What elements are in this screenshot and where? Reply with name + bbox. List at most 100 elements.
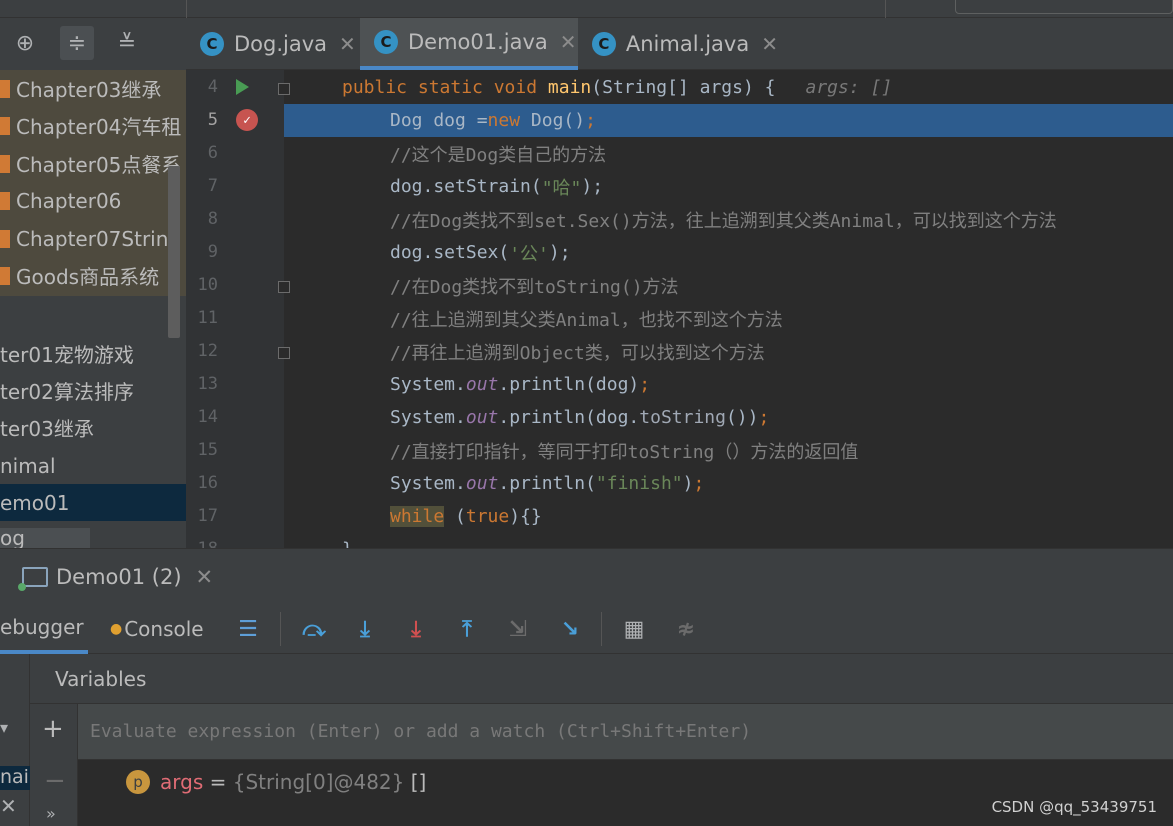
variable-array-value: [] <box>404 770 427 794</box>
tree-item[interactable]: Chapter05点餐系 <box>0 145 186 182</box>
java-class-icon: C <box>592 32 616 56</box>
line-number: 6 <box>207 143 218 163</box>
close-icon[interactable]: ✕ <box>339 32 356 56</box>
force-step-into-icon[interactable]: ⤓ <box>400 614 432 644</box>
tab-label: Console <box>124 617 204 641</box>
tree-item-label: ter03继承 <box>0 417 94 441</box>
tree-item-selected[interactable]: emo01 <box>0 484 186 521</box>
step-over-icon[interactable]: ⤼ <box>298 614 330 644</box>
folder-icon <box>0 229 10 248</box>
code-line: public static void main (String[] args) {… <box>284 71 1173 104</box>
code-token: ); <box>548 242 571 263</box>
code-token: while <box>390 506 445 527</box>
code-token: "finish" <box>595 473 683 494</box>
code-comment: //再往上追溯到Object类，可以找到这个方法 <box>390 342 765 364</box>
tree-item[interactable]: ter01宠物游戏 <box>0 335 186 372</box>
tree-item[interactable]: og <box>0 528 90 548</box>
code-line: //在Dog类找不到toString()方法 <box>284 269 1173 302</box>
tree-item[interactable]: Chapter04汽车租 <box>0 107 186 144</box>
inline-debug-value: args: [] <box>805 77 893 98</box>
code-token: new <box>487 110 531 131</box>
title-bar <box>0 0 1173 18</box>
code-line: //这个是Dog类自己的方法 <box>284 137 1173 170</box>
project-toolbar: ⊕ ≑ ≚ <box>0 18 186 70</box>
tree-item-label: Chapter04汽车租 <box>16 115 182 139</box>
run-configuration-selector[interactable] <box>955 0 1173 14</box>
java-class-icon: C <box>200 32 224 56</box>
code-line: System. out .println("finish"); <box>284 467 1173 500</box>
toolbar-divider <box>280 612 281 646</box>
tree-item-label: Goods商品系统 <box>16 265 160 289</box>
run-gutter-icon[interactable] <box>236 79 249 95</box>
code-token: ; <box>693 473 705 494</box>
close-icon[interactable]: ✕ <box>761 32 778 56</box>
close-icon[interactable]: ✕ <box>560 30 577 54</box>
dropdown-arrow-icon[interactable]: ▾ <box>0 718 8 737</box>
code-token: out <box>465 407 499 428</box>
debug-session-tab[interactable]: Demo01 (2) ✕ <box>18 549 214 605</box>
line-number: 18 <box>186 539 218 548</box>
code-token: ; <box>585 110 596 131</box>
editor-gutter: 4 5 6 7 8 9 10 11 12 13 14 15 16 17 18 ✓ <box>186 70 290 548</box>
tree-item[interactable]: Chapter06 <box>0 182 186 219</box>
tree-item-label: Chapter05点餐系 <box>16 153 182 177</box>
tab-animal-java[interactable]: C Animal.java ✕ <box>578 18 778 70</box>
tree-item[interactable]: Chapter03继承 <box>0 70 186 107</box>
variables-title: Variables <box>55 667 147 691</box>
collapse-all-icon[interactable]: ≚ <box>110 26 144 60</box>
drop-frame-icon[interactable]: ⇲ <box>502 614 534 644</box>
variables-toolbar: + − » <box>30 704 78 826</box>
evaluate-expression-input[interactable]: Evaluate expression (Enter) or add a wat… <box>78 704 1173 760</box>
show-frames-icon[interactable]: ☰ <box>232 614 264 644</box>
line-number: 8 <box>207 209 218 229</box>
locate-icon[interactable]: ⊕ <box>8 26 42 60</box>
toolbar-divider <box>186 0 187 18</box>
frame-item[interactable]: nai <box>0 766 30 790</box>
code-token: toString <box>639 407 726 428</box>
line-number: 14 <box>197 407 218 427</box>
line-number: 5 <box>207 110 218 130</box>
tree-item[interactable]: Goods商品系统 <box>0 257 186 294</box>
close-icon[interactable]: ✕ <box>0 794 17 818</box>
code-editor[interactable]: 4 5 6 7 8 9 10 11 12 13 14 15 16 17 18 ✓… <box>186 70 1173 548</box>
tree-item-label: nimal <box>0 453 56 478</box>
breakpoint-icon[interactable]: ✓ <box>236 109 258 131</box>
code-token: out <box>465 473 499 494</box>
variables-header: ⌄ Variables <box>0 654 1173 704</box>
tree-item[interactable]: ter03继承 <box>0 409 186 446</box>
code-token: '公' <box>509 243 549 265</box>
tab-demo01-java[interactable]: C Demo01.java ✕ <box>360 18 578 70</box>
close-icon[interactable]: ✕ <box>196 565 214 589</box>
debug-session-icon <box>18 567 48 591</box>
code-line: //直接打印指针，等同于打印toString（）方法的返回值 <box>284 434 1173 467</box>
expand-all-icon[interactable]: ≑ <box>60 26 94 60</box>
tab-label: ebugger <box>0 615 84 639</box>
code-comment: //往上追溯到其父类Animal，也找不到这个方法 <box>390 309 783 331</box>
code-comment: //直接打印指针，等同于打印toString（）方法的返回值 <box>390 441 859 463</box>
code-line: dog.setStrain("哈"); <box>284 170 1173 203</box>
run-to-cursor-icon[interactable]: ↘ <box>554 614 586 644</box>
step-out-icon[interactable]: ⤒ <box>451 614 483 644</box>
trace-stream-icon[interactable]: ≉ <box>670 614 702 644</box>
tree-item[interactable]: Chapter07String <box>0 220 186 257</box>
remove-watch-icon[interactable]: − <box>44 766 66 796</box>
more-icon[interactable]: » <box>46 804 56 823</box>
code-token: out <box>465 374 499 395</box>
editor-tabs: C Dog.java ✕ C Demo01.java ✕ C Animal.ja… <box>186 18 1173 70</box>
tab-debugger[interactable]: ebugger <box>0 604 88 654</box>
tree-item[interactable]: ter02算法排序 <box>0 372 186 409</box>
project-scrollbar[interactable] <box>168 166 180 338</box>
code-comment: //这个是Dog类自己的方法 <box>390 144 607 166</box>
step-into-icon[interactable]: ⤓ <box>349 614 381 644</box>
line-number: 10 <box>197 275 218 295</box>
tree-item[interactable]: nimal <box>0 447 186 484</box>
tab-console[interactable]: ● Console <box>110 604 204 654</box>
code-token: System. <box>390 374 466 395</box>
code-token: public static void <box>342 77 548 98</box>
tab-dog-java[interactable]: C Dog.java ✕ <box>186 18 358 70</box>
tree-item-label: Chapter03继承 <box>16 78 162 102</box>
code-token: dog.setSex( <box>390 242 510 263</box>
tree-item-label: og <box>0 528 25 548</box>
add-watch-icon[interactable]: + <box>42 714 64 744</box>
evaluate-expression-icon[interactable]: ▦ <box>618 614 650 644</box>
